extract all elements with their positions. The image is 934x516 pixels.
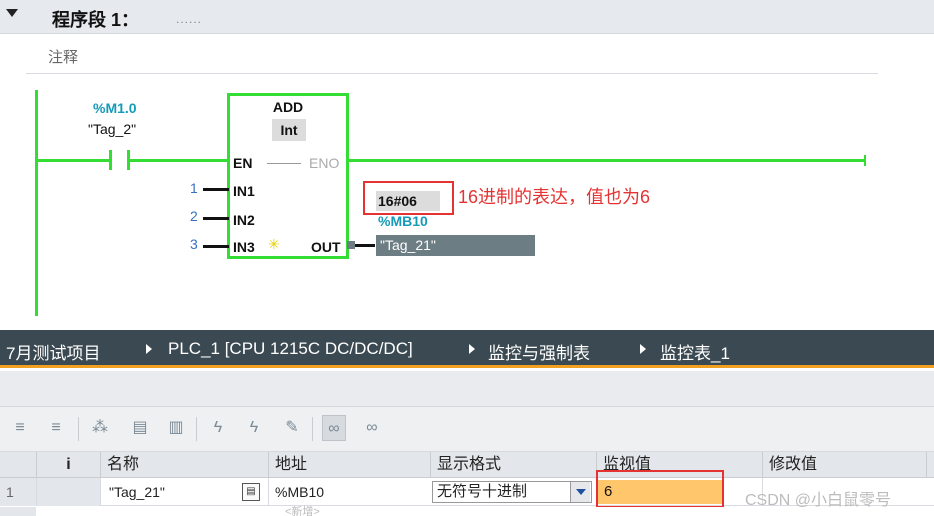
insert-row-icon[interactable]: ≡ [8, 415, 32, 441]
en-eno-line [267, 163, 301, 164]
in2-value[interactable]: 2 [190, 208, 198, 224]
left-power-rail [35, 90, 38, 316]
header-rownum [0, 452, 36, 478]
header-modify-value[interactable]: 修改值 [762, 452, 926, 478]
block-datatype[interactable]: Int [272, 119, 306, 141]
header-overflow [926, 452, 934, 478]
contact-address[interactable]: %M1.0 [93, 100, 137, 116]
add-input-star-icon[interactable]: ✳ [268, 236, 280, 253]
in3-value[interactable]: 3 [190, 236, 198, 252]
pin-in1: IN1 [233, 183, 255, 199]
header-display-format[interactable]: 显示格式 [430, 452, 596, 478]
row-info [36, 478, 100, 506]
watch-table-toolbar: ≡ ≡ ⁂ ▤ ▥ ϟ ϟ ✎ ∞ ∞ [0, 406, 934, 452]
rung-line-right [349, 159, 865, 162]
monitor-once-1-icon[interactable]: ∞ [360, 415, 384, 441]
monitor-all-icon[interactable]: ∞ [322, 415, 346, 441]
header-address[interactable]: 地址 [268, 452, 430, 478]
rung-line-left [38, 159, 110, 162]
pin-in2: IN2 [233, 212, 255, 228]
toolbar-separator [196, 417, 197, 441]
breadcrumb-item-plc[interactable]: PLC_1 [CPU 1215C DC/DC/DC] [168, 339, 413, 359]
chevron-down-icon[interactable] [570, 482, 590, 502]
in1-value[interactable]: 1 [190, 180, 198, 196]
contact-left-bar [109, 150, 112, 170]
collapse-triangle-icon[interactable] [6, 9, 18, 17]
breadcrumb-item-project[interactable]: 7月测试项目 [6, 339, 100, 364]
pin-in3: IN3 [233, 239, 255, 255]
breadcrumb-arrow-icon [469, 344, 475, 354]
block-name: ADD [272, 99, 304, 115]
highlight-box-monitor [596, 470, 724, 508]
header-name[interactable]: 名称 [100, 452, 268, 478]
trigger-icon[interactable]: ✎ [280, 415, 304, 441]
out-connector-icon [347, 241, 355, 249]
in1-line [203, 188, 229, 191]
out-line [355, 244, 375, 247]
comment-text: 注释 [48, 49, 79, 66]
editor-band [0, 371, 934, 406]
breadcrumb-arrow-icon [146, 344, 152, 354]
breadcrumb-item-watch-table[interactable]: 监控表_1 [660, 339, 730, 364]
watermark: CSDN @小白鼠零号 [745, 492, 892, 509]
network-comment[interactable]: 注释 [26, 38, 878, 74]
watch-table-header: i 名称 地址 显示格式 监视值 修改值 [0, 452, 934, 478]
breadcrumb: 7月测试项目 PLC_1 [CPU 1215C DC/DC/DC] 监控与强制表… [0, 330, 934, 368]
row-number[interactable]: 1 [0, 478, 36, 506]
in3-line [203, 245, 229, 248]
annotation-text: 16进制的表达，值也为6 [458, 187, 651, 207]
row-address[interactable]: %MB10 [268, 478, 430, 506]
display-format-select[interactable]: 无符号十进制 [432, 481, 592, 503]
network-title-placeholder[interactable]: ...... [176, 12, 202, 26]
pin-out: OUT [311, 239, 341, 255]
highlight-box-hex [363, 181, 454, 215]
add-row-icon[interactable]: ≡ [44, 415, 68, 441]
tag-list-button-icon[interactable]: ▤ [242, 483, 260, 501]
modify-trigger-icon[interactable]: ϟ [242, 415, 266, 441]
toolbar-separator [78, 417, 79, 441]
force-icon[interactable]: ⁂ [88, 415, 112, 441]
network-title: 程序段 1： [52, 10, 140, 30]
pin-eno: ENO [309, 155, 340, 171]
breadcrumb-item-watch-force[interactable]: 监控与强制表 [488, 339, 590, 364]
out-address[interactable]: %MB10 [378, 213, 428, 229]
add-instruction-box[interactable]: ADD Int EN ENO IN1 IN2 IN3 ✳ OUT [227, 93, 349, 259]
modify-now-icon[interactable]: ϟ [206, 415, 230, 441]
network-header[interactable]: 程序段 1： ...... [0, 0, 934, 34]
breadcrumb-arrow-icon [640, 344, 646, 354]
toolbar-separator [312, 417, 313, 441]
in2-line [203, 217, 229, 220]
header-info[interactable]: i [36, 452, 100, 478]
new-row-label[interactable]: <新增> [285, 503, 320, 516]
monitor-once-icon[interactable]: ▥ [164, 415, 188, 441]
modify-icon[interactable]: ▤ [128, 415, 152, 441]
row-number [0, 507, 36, 516]
rung-line-mid [130, 159, 227, 162]
rung-end-marker [864, 155, 866, 166]
out-tag: "Tag_21" [380, 237, 436, 253]
pin-en: EN [233, 155, 253, 171]
contact-tag[interactable]: "Tag_2" [88, 121, 136, 137]
